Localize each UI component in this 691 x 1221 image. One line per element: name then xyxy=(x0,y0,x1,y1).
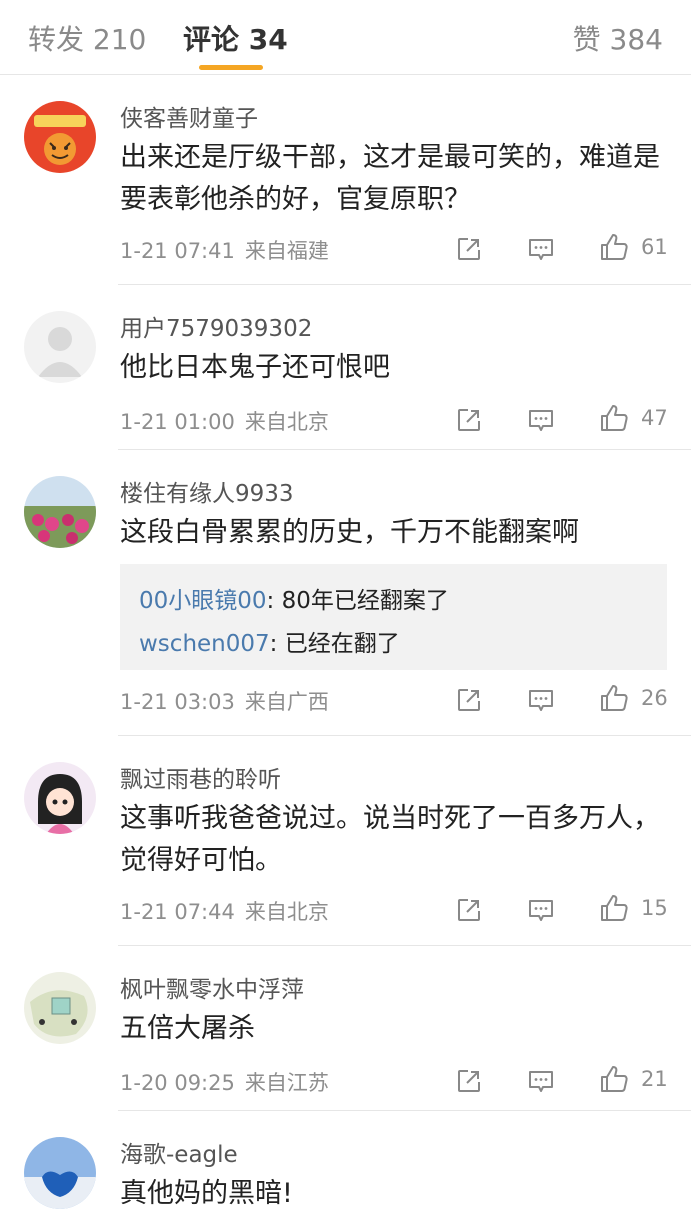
like-count: 47 xyxy=(641,406,668,430)
thumbs-up-icon[interactable] xyxy=(599,893,629,923)
repost-icon[interactable] xyxy=(455,235,483,263)
like-count: 26 xyxy=(641,686,668,710)
repost-icon[interactable] xyxy=(455,686,483,714)
like-count: 21 xyxy=(641,1067,668,1091)
comment-icon[interactable] xyxy=(527,896,555,924)
comment-meta: 1-21 07:41 来自福建 xyxy=(120,235,329,265)
tab-likes[interactable]: 赞 384 xyxy=(573,18,663,58)
comment-time: 1-21 01:00 xyxy=(120,410,235,434)
username[interactable]: 飘过雨巷的聆听 xyxy=(120,760,281,794)
tab-reposts[interactable]: 转发 210 xyxy=(28,18,146,58)
comment-time: 1-21 03:03 xyxy=(120,690,235,714)
tab-comments[interactable]: 评论 34 xyxy=(183,18,288,58)
comment-location: 来自江苏 xyxy=(244,1071,329,1095)
comment-text: 出来还是厅级干部，这才是最可笑的，难道是要表彰他杀的好，官复原职？ xyxy=(120,142,660,215)
comment-location: 来自广西 xyxy=(244,690,329,714)
avatar[interactable] xyxy=(24,972,96,1044)
comment-meta: 1-21 07:44 来自北京 xyxy=(120,896,329,926)
comment-item: 用户7579039302 他比日本鬼子还可恨吧 1-21 01:00 来自北京 4… xyxy=(0,285,691,450)
avatar[interactable] xyxy=(24,476,96,548)
username[interactable]: 侠客善财童子 xyxy=(120,99,258,133)
comment-item: 海歌-eagle 真他妈的黑暗! xyxy=(0,1111,691,1221)
comment-text: 真他妈的黑暗! xyxy=(120,1178,293,1209)
comment-icon[interactable] xyxy=(527,1067,555,1095)
reply-preview[interactable]: 00小眼镜00: 80年已经翻案了 wschen007: 已经在翻了 xyxy=(120,564,667,670)
comment-text: 他比日本鬼子还可恨吧 xyxy=(120,352,390,383)
comment-location: 来自北京 xyxy=(244,410,329,434)
username[interactable]: 枫叶飘零水中浮萍 xyxy=(120,970,304,1004)
comment-meta: 1-21 03:03 来自广西 xyxy=(120,686,329,716)
reply-username[interactable]: 00小眼镜00 xyxy=(139,588,267,614)
thumbs-up-icon[interactable] xyxy=(599,683,629,713)
comment-tabs: 转发 210 评论 34 赞 384 xyxy=(0,0,691,75)
username[interactable]: 用户7579039302 xyxy=(120,309,312,343)
comment-text: 这段白骨累累的历史，千万不能翻案啊 xyxy=(120,517,579,548)
thumbs-up-icon[interactable] xyxy=(599,1064,629,1094)
thumbs-up-icon[interactable] xyxy=(599,403,629,433)
comment-icon[interactable] xyxy=(527,235,555,263)
reply-separator: : xyxy=(269,631,285,657)
reply-text: 已经在翻了 xyxy=(284,631,400,657)
repost-icon[interactable] xyxy=(455,896,483,924)
reply-username[interactable]: wschen007 xyxy=(139,631,270,657)
repost-icon[interactable] xyxy=(455,1067,483,1095)
reply-item: 00小眼镜00: 80年已经翻案了 xyxy=(139,581,449,615)
avatar[interactable] xyxy=(24,762,96,834)
comment-icon[interactable] xyxy=(527,686,555,714)
avatar[interactable] xyxy=(24,1137,96,1209)
username[interactable]: 楼住有缘人9933 xyxy=(120,474,294,508)
comment-time: 1-21 07:44 xyxy=(120,900,235,924)
active-tab-indicator xyxy=(199,65,263,70)
reply-separator: : xyxy=(266,588,282,614)
comment-meta: 1-21 01:00 来自北京 xyxy=(120,406,329,436)
comment-location: 来自北京 xyxy=(244,900,329,924)
reply-item: wschen007: 已经在翻了 xyxy=(139,624,400,658)
comment-item: 楼住有缘人9933 这段白骨累累的历史，千万不能翻案啊 00小眼镜00: 80年… xyxy=(0,450,691,736)
like-count: 61 xyxy=(641,235,668,259)
comment-location: 来自福建 xyxy=(244,239,329,263)
username[interactable]: 海歌-eagle xyxy=(120,1135,238,1169)
reply-text: 80年已经翻案了 xyxy=(281,588,449,614)
comment-text: 五倍大屠杀 xyxy=(120,1013,255,1044)
thumbs-up-icon[interactable] xyxy=(599,232,629,262)
comment-time: 1-20 09:25 xyxy=(120,1071,235,1095)
comment-meta: 1-20 09:25 来自江苏 xyxy=(120,1067,329,1097)
avatar[interactable] xyxy=(24,101,96,173)
comment-item: 侠客善财童子 出来还是厅级干部，这才是最可笑的，难道是要表彰他杀的好，官复原职？… xyxy=(0,75,691,285)
repost-icon[interactable] xyxy=(455,406,483,434)
comment-text: 这事听我爸爸说过。说当时死了一百多万人，觉得好可怕。 xyxy=(120,803,660,876)
avatar[interactable] xyxy=(24,311,96,383)
like-count: 15 xyxy=(641,896,668,920)
comment-time: 1-21 07:41 xyxy=(120,239,235,263)
comment-item: 枫叶飘零水中浮萍 五倍大屠杀 1-20 09:25 来自江苏 21 xyxy=(0,946,691,1111)
comment-icon[interactable] xyxy=(527,406,555,434)
comment-item: 飘过雨巷的聆听 这事听我爸爸说过。说当时死了一百多万人，觉得好可怕。 1-21 … xyxy=(0,736,691,946)
